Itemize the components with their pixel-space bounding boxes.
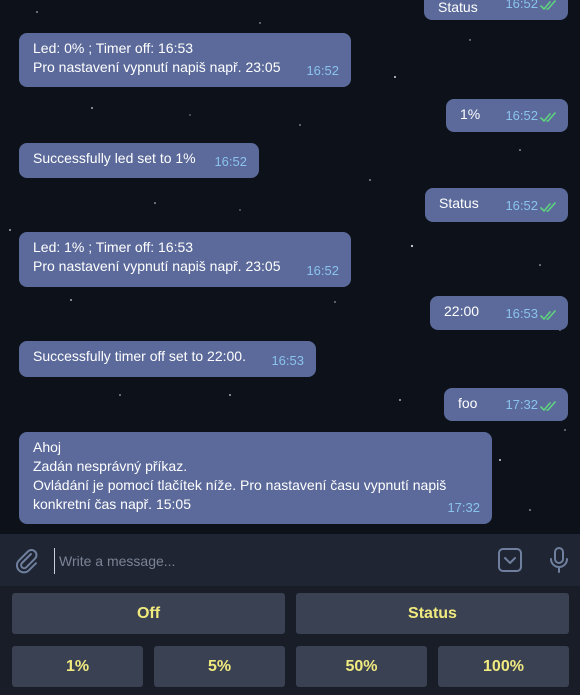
message-time: 17:32 [447, 500, 480, 515]
message-time: 16:52 [505, 198, 538, 213]
message-outgoing[interactable]: Status 16:52 [424, 0, 568, 20]
message-text: Led: 0% ; Timer off: 16:53 Pro nastavení… [33, 40, 281, 75]
message-text: foo [458, 395, 478, 411]
message-text: 22:00 [444, 303, 480, 319]
button-label: Off [136, 604, 161, 622]
message-time: 16:53 [505, 306, 538, 321]
message-incoming[interactable]: Led: 1% ; Timer off: 16:53 Pro nastavení… [19, 232, 351, 287]
message-text: Status [438, 0, 478, 15]
microphone-icon[interactable] [548, 546, 570, 574]
read-checkmarks-icon [540, 401, 556, 412]
chat-history[interactable]: Status 16:52 Led: 0% ; Timer off: 16:53 … [0, 0, 580, 534]
message-time: 16:52 [505, 0, 538, 11]
read-checkmarks-icon [540, 0, 556, 11]
button-label: 100% [483, 657, 524, 675]
read-checkmarks-icon [540, 310, 556, 321]
keyboard-button-off[interactable]: Off [12, 593, 285, 634]
read-checkmarks-icon [540, 112, 556, 123]
keyboard-button-5-percent[interactable]: 5% [154, 646, 285, 687]
button-label: 1% [65, 657, 90, 675]
message-text: Status [439, 195, 479, 211]
message-outgoing[interactable]: 22:00 16:53 [430, 296, 568, 330]
keyboard-button-50-percent[interactable]: 50% [296, 646, 427, 687]
message-incoming[interactable]: Successfully timer off set to 22:00. 16:… [19, 341, 316, 377]
message-time: 16:52 [214, 154, 247, 169]
button-label: Status [408, 604, 457, 622]
keyboard-button-1-percent[interactable]: 1% [12, 646, 143, 687]
message-text: Led: 1% ; Timer off: 16:53 Pro nastavení… [33, 239, 281, 274]
message-text: Successfully timer off set to 22:00. [33, 348, 246, 364]
message-text: Successfully led set to 1% [33, 150, 196, 166]
paperclip-icon[interactable] [14, 548, 40, 574]
keyboard-button-100-percent[interactable]: 100% [438, 646, 569, 687]
message-incoming[interactable]: Led: 0% ; Timer off: 16:53 Pro nastavení… [19, 33, 351, 87]
keyboard-button-status[interactable]: Status [296, 593, 569, 634]
message-time: 16:52 [505, 108, 538, 123]
keyboard-toggle-icon[interactable] [497, 547, 523, 573]
bot-keyboard: Off Status 1% 5% 50% 100% [0, 586, 580, 695]
message-time: 16:53 [271, 353, 304, 368]
message-incoming[interactable]: Ahoj Zadán nesprávný příkaz. Ovládání je… [19, 432, 492, 524]
message-incoming[interactable]: Successfully led set to 1% 16:52 [19, 143, 259, 178]
message-text: Ahoj Zadán nesprávný příkaz. Ovládání je… [33, 439, 447, 512]
button-label: 5% [207, 657, 232, 675]
message-outgoing[interactable]: foo 17:32 [444, 388, 568, 421]
read-checkmarks-icon [540, 202, 556, 213]
message-time: 17:32 [505, 397, 538, 412]
message-text: 1% [460, 106, 481, 122]
message-outgoing[interactable]: Status 16:52 [425, 188, 568, 222]
message-time: 16:52 [306, 63, 339, 78]
message-input[interactable] [54, 548, 481, 574]
message-time: 16:52 [306, 263, 339, 278]
message-outgoing[interactable]: 1% 16:52 [446, 99, 568, 132]
button-label: 50% [345, 657, 378, 675]
